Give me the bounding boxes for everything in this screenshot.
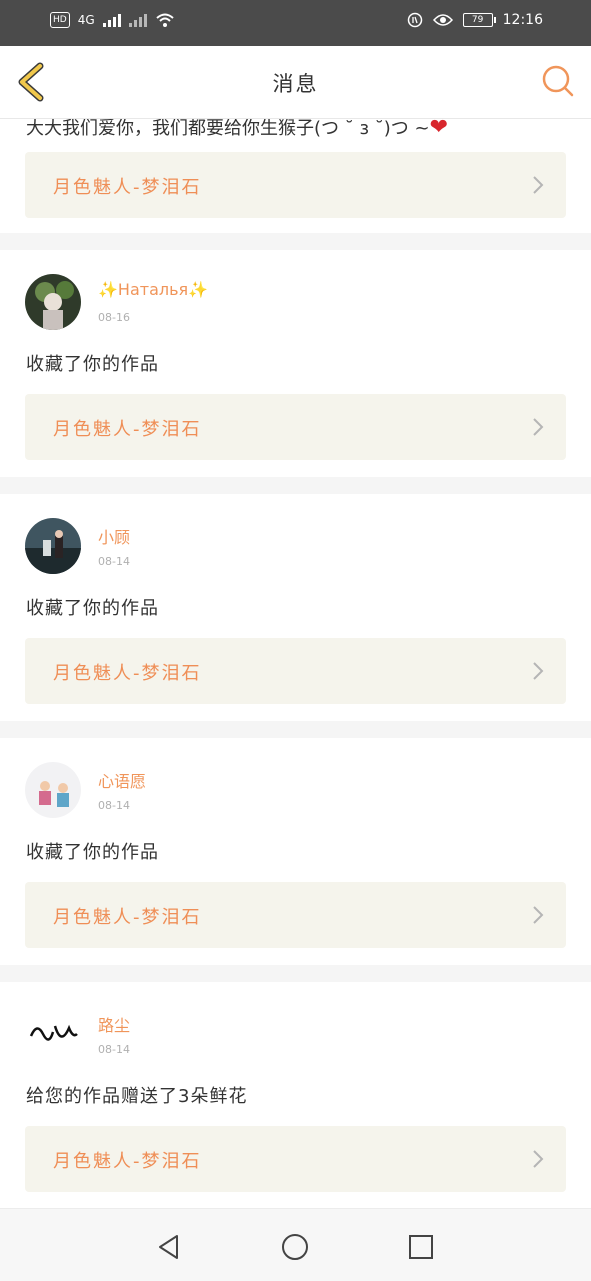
- message-date: 08-14: [98, 799, 130, 812]
- status-right: 79 12:16: [407, 12, 543, 28]
- network-label: 4G: [77, 13, 95, 27]
- message-list: 大大我们爱你，我们都要给你生猴子(つ ˘ з ˘)つ ~❤ 月色魅人-梦泪石 ✨…: [0, 118, 591, 1209]
- message-text: 收藏了你的作品: [26, 598, 159, 619]
- message-date: 08-14: [98, 1043, 130, 1056]
- message-item[interactable]: ✨Наталья✨ 08-16 收藏了你的作品 月色魅人-梦泪石: [0, 250, 591, 477]
- avatar[interactable]: [25, 518, 81, 574]
- chevron-right-icon: [533, 176, 544, 194]
- username[interactable]: 路尘: [98, 1012, 130, 1036]
- divider: [0, 477, 591, 494]
- message-text: 收藏了你的作品: [26, 354, 159, 375]
- battery-icon: 79: [462, 13, 496, 27]
- message-item[interactable]: 路尘 08-14 给您的作品赠送了3朵鲜花 月色魅人-梦泪石: [0, 982, 591, 1209]
- chevron-right-icon: [533, 906, 544, 924]
- message-item[interactable]: 小顾 08-14 收藏了你的作品 月色魅人-梦泪石: [0, 494, 591, 721]
- work-link[interactable]: 月色魅人-梦泪石: [25, 152, 566, 218]
- message-date: 08-14: [98, 555, 130, 568]
- signal-icon: [102, 13, 121, 27]
- status-bar: HD 4G 79 12:16: [0, 0, 591, 46]
- app-header: 消息: [0, 46, 591, 119]
- chevron-right-icon: [533, 662, 544, 680]
- work-title: 月色魅人-梦泪石: [53, 663, 202, 684]
- heart-icon: ❤: [429, 118, 449, 140]
- clock: 12:16: [502, 12, 543, 28]
- system-nav-bar: [0, 1208, 591, 1281]
- signal-icon-2: [128, 13, 147, 27]
- avatar[interactable]: [25, 274, 81, 330]
- work-link[interactable]: 月色魅人-梦泪石: [25, 882, 566, 948]
- eye-icon: [432, 14, 453, 26]
- page-title: 消息: [272, 72, 319, 96]
- chevron-right-icon: [533, 1150, 544, 1168]
- avatar[interactable]: [25, 762, 81, 818]
- message-text: 收藏了你的作品: [26, 842, 159, 863]
- work-title: 月色魅人-梦泪石: [53, 177, 202, 198]
- wifi-icon: [155, 13, 174, 27]
- nav-recents-icon[interactable]: [407, 1233, 435, 1261]
- work-title: 月色魅人-梦泪石: [53, 907, 202, 928]
- message-date: 08-16: [98, 311, 130, 324]
- divider: [0, 721, 591, 738]
- work-link[interactable]: 月色魅人-梦泪石: [25, 638, 566, 704]
- list-item-partial: 大大我们爱你，我们都要给你生猴子(つ ˘ з ˘)つ ~❤ 月色魅人-梦泪石: [0, 118, 591, 233]
- divider: [0, 965, 591, 982]
- nav-home-icon[interactable]: [281, 1233, 309, 1261]
- search-button[interactable]: [541, 64, 575, 98]
- username[interactable]: 心语愿: [98, 768, 146, 792]
- partial-comment-text: 大大我们爱你，我们都要给你生猴子(つ ˘ з ˘)つ ~❤: [26, 118, 448, 140]
- avatar[interactable]: [25, 1006, 81, 1062]
- work-link[interactable]: 月色魅人-梦泪石: [25, 1126, 566, 1192]
- message-item[interactable]: 心语愿 08-14 收藏了你的作品 月色魅人-梦泪石: [0, 738, 591, 965]
- data-saver-icon: [407, 12, 422, 28]
- work-title: 月色魅人-梦泪石: [53, 1151, 202, 1172]
- divider: [0, 233, 591, 250]
- work-link[interactable]: 月色魅人-梦泪石: [25, 394, 566, 460]
- status-left: HD 4G: [50, 12, 175, 28]
- username[interactable]: 小顾: [98, 524, 130, 548]
- username[interactable]: ✨Наталья✨: [98, 280, 208, 299]
- hd-badge: HD: [50, 12, 70, 28]
- chevron-right-icon: [533, 418, 544, 436]
- work-title: 月色魅人-梦泪石: [53, 419, 202, 440]
- nav-back-icon[interactable]: [155, 1233, 183, 1261]
- message-text: 给您的作品赠送了3朵鲜花: [26, 1086, 248, 1107]
